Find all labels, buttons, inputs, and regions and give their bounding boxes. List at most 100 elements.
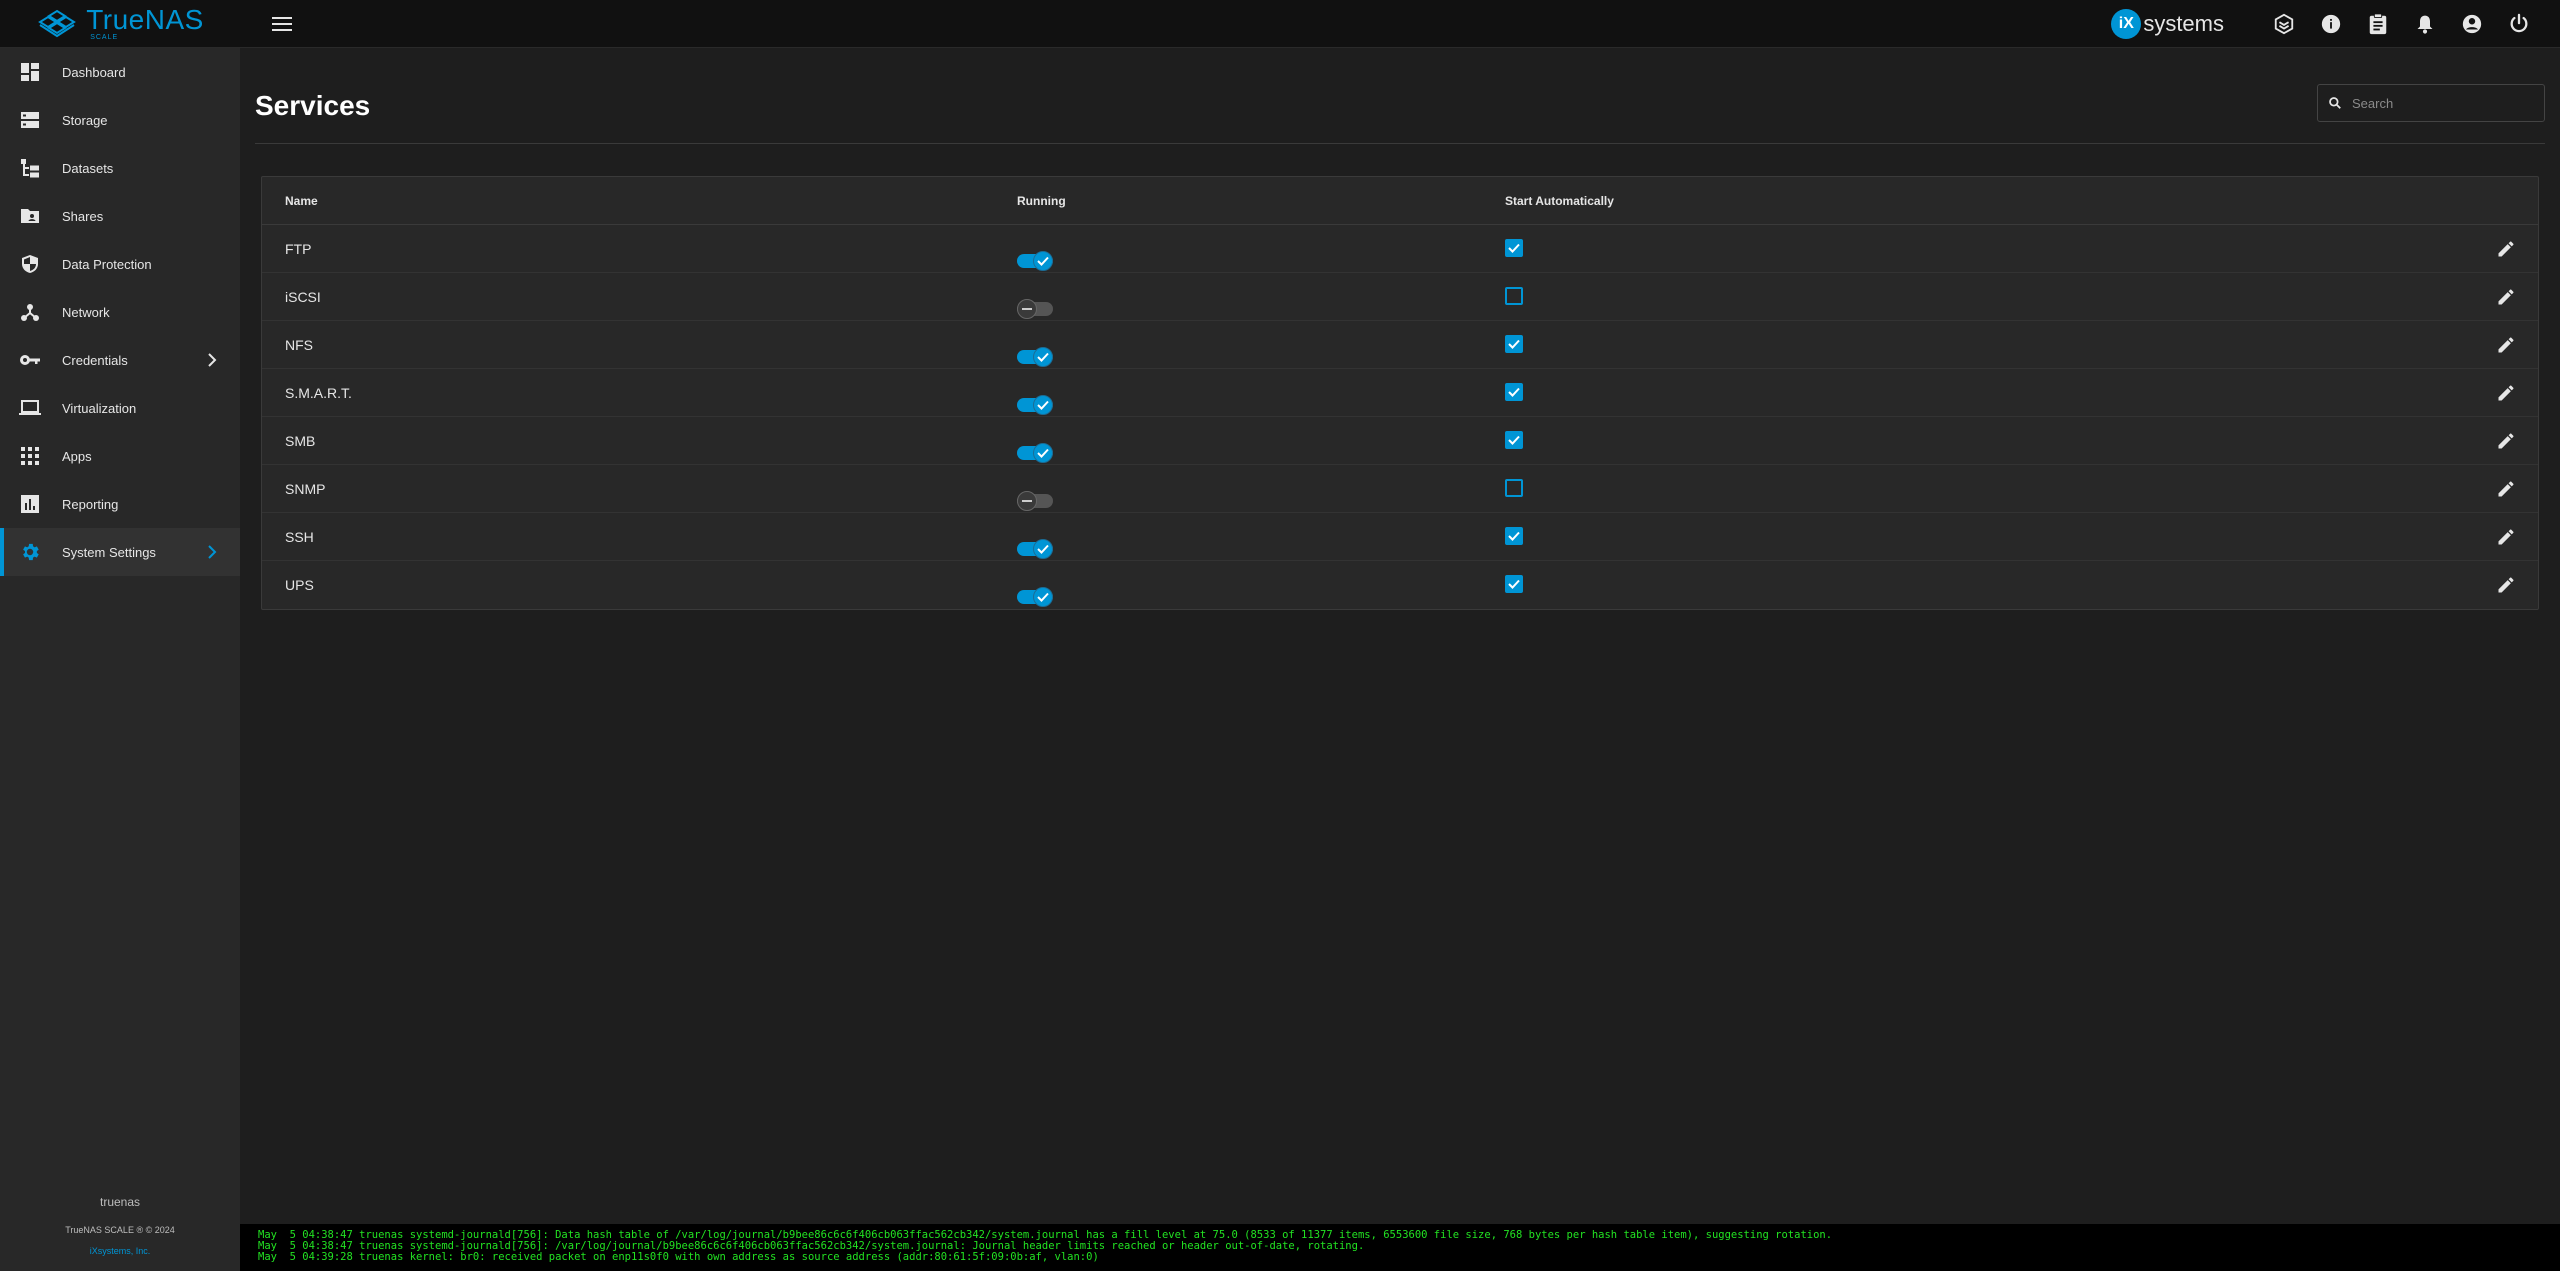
edit-button[interactable]: [2494, 429, 2518, 453]
service-name: iSCSI: [285, 288, 321, 305]
ixsystems-logo[interactable]: iX systems: [2111, 8, 2224, 39]
edit-button[interactable]: [2494, 381, 2518, 405]
edit-button[interactable]: [2494, 525, 2518, 549]
sidebar-item-datasets[interactable]: Datasets: [0, 144, 240, 192]
sidebar-item-label: Datasets: [62, 160, 114, 176]
edit-button[interactable]: [2494, 333, 2518, 357]
services-table: Name Running Start Automatically FTP iSCS…: [261, 176, 2539, 610]
sidebar-item-system-settings[interactable]: System Settings: [0, 528, 240, 576]
pencil-icon: [2496, 527, 2516, 547]
running-toggle[interactable]: [1017, 393, 1053, 417]
search-box[interactable]: [2317, 84, 2545, 122]
menu-toggle-button[interactable]: [264, 6, 300, 42]
check-icon: [1508, 339, 1520, 349]
column-header-start-automatically[interactable]: Start Automatically: [1505, 194, 1614, 208]
pencil-icon: [2496, 431, 2516, 451]
truecommand-icon: [2274, 13, 2293, 34]
start-automatically-checkbox[interactable]: [1505, 431, 1523, 449]
start-automatically-checkbox[interactable]: [1505, 335, 1523, 353]
table-row: S.M.A.R.T.: [262, 369, 2538, 417]
running-toggle[interactable]: [1017, 441, 1053, 465]
check-icon: [1508, 243, 1520, 253]
start-automatically-checkbox[interactable]: [1505, 239, 1523, 257]
shares-icon: [18, 204, 42, 228]
table-row: iSCSI: [262, 273, 2538, 321]
company-link[interactable]: iXsystems, Inc.: [90, 1246, 151, 1256]
pencil-icon: [2496, 335, 2516, 355]
service-name: SNMP: [285, 480, 326, 497]
help-button[interactable]: [2307, 0, 2354, 48]
account-button[interactable]: [2448, 0, 2495, 48]
truecommand-button[interactable]: [2260, 0, 2307, 48]
sidebar-item-label: Network: [62, 304, 110, 320]
sidebar-item-label: System Settings: [62, 544, 156, 560]
check-icon: [1033, 346, 1053, 367]
start-automatically-checkbox[interactable]: [1505, 479, 1523, 497]
column-header-running[interactable]: Running: [1017, 194, 1066, 208]
sidebar-item-label: Data Protection: [62, 256, 152, 272]
start-automatically-checkbox[interactable]: [1505, 383, 1523, 401]
brand-edition: SCALE: [90, 34, 119, 41]
sidebar-item-virtualization[interactable]: Virtualization: [0, 384, 240, 432]
hostname: truenas: [99, 1195, 141, 1209]
sidebar-item-label: Shares: [62, 208, 104, 224]
edit-button[interactable]: [2494, 477, 2518, 501]
running-toggle[interactable]: [1017, 585, 1053, 609]
truenas-logo-icon: [38, 9, 77, 37]
sidebar-item-label: Dashboard: [62, 64, 126, 80]
service-name: S.M.A.R.T.: [285, 384, 352, 401]
reporting-icon: [18, 492, 42, 516]
hamburger-icon: [272, 16, 292, 31]
check-icon: [1033, 587, 1053, 607]
service-name: NFS: [285, 336, 313, 353]
table-row: SNMP: [262, 465, 2538, 513]
edit-button[interactable]: [2494, 285, 2518, 309]
alerts-button[interactable]: [2401, 0, 2448, 48]
ix-wordmark: systems: [2143, 10, 2224, 36]
sidebar-item-dashboard[interactable]: Dashboard: [0, 48, 240, 96]
sidebar-item-credentials[interactable]: Credentials: [0, 336, 240, 384]
pencil-icon: [2496, 239, 2516, 259]
sidebar-item-label: Apps: [62, 448, 92, 464]
running-toggle[interactable]: [1017, 345, 1053, 369]
edit-button[interactable]: [2494, 573, 2518, 597]
sidebar-item-shares[interactable]: Shares: [0, 192, 240, 240]
jobs-button[interactable]: [2354, 0, 2401, 48]
truenas-logo[interactable]: TrueNAS SCALE: [0, 0, 240, 48]
sidebar-item-label: Storage: [62, 112, 108, 128]
console-messages: May 5 04:38:47 truenas systemd-journald[…: [240, 1224, 2560, 1271]
sidebar-item-label: Virtualization: [62, 400, 137, 416]
service-name: SSH: [285, 528, 314, 545]
pencil-icon: [2496, 383, 2516, 403]
search-icon: [2329, 97, 2341, 109]
running-toggle[interactable]: [1017, 537, 1053, 561]
running-toggle[interactable]: [1017, 297, 1053, 321]
account-icon: [2462, 14, 2481, 33]
power-button[interactable]: [2495, 0, 2542, 48]
chevron-right-icon: [202, 350, 222, 370]
table-row: FTP: [262, 225, 2538, 273]
page-header: Services: [255, 84, 2545, 144]
start-automatically-checkbox[interactable]: [1505, 575, 1523, 593]
table-row: SSH: [262, 513, 2538, 561]
laptop-icon: [18, 396, 42, 420]
sidebar-item-apps[interactable]: Apps: [0, 432, 240, 480]
dashboard-icon: [18, 60, 42, 84]
sidebar-item-storage[interactable]: Storage: [0, 96, 240, 144]
sidebar-item-network[interactable]: Network: [0, 288, 240, 336]
table-body: FTP iSCSI NFS S.M.A.R.T. SMB SNMP SSH UPS: [262, 225, 2538, 609]
running-toggle[interactable]: [1017, 249, 1053, 273]
column-header-name[interactable]: Name: [285, 194, 318, 208]
check-icon: [1033, 394, 1053, 415]
edit-button[interactable]: [2494, 237, 2518, 261]
sidebar-item-reporting[interactable]: Reporting: [0, 480, 240, 528]
search-input[interactable]: [2352, 95, 2532, 111]
sidebar-item-data-protection[interactable]: Data Protection: [0, 240, 240, 288]
check-icon: [1508, 531, 1520, 541]
start-automatically-checkbox[interactable]: [1505, 527, 1523, 545]
network-icon: [18, 300, 42, 324]
datasets-icon: [18, 156, 42, 180]
running-toggle[interactable]: [1017, 489, 1053, 513]
sidebar-item-label: Credentials: [62, 352, 128, 368]
start-automatically-checkbox[interactable]: [1505, 287, 1523, 305]
